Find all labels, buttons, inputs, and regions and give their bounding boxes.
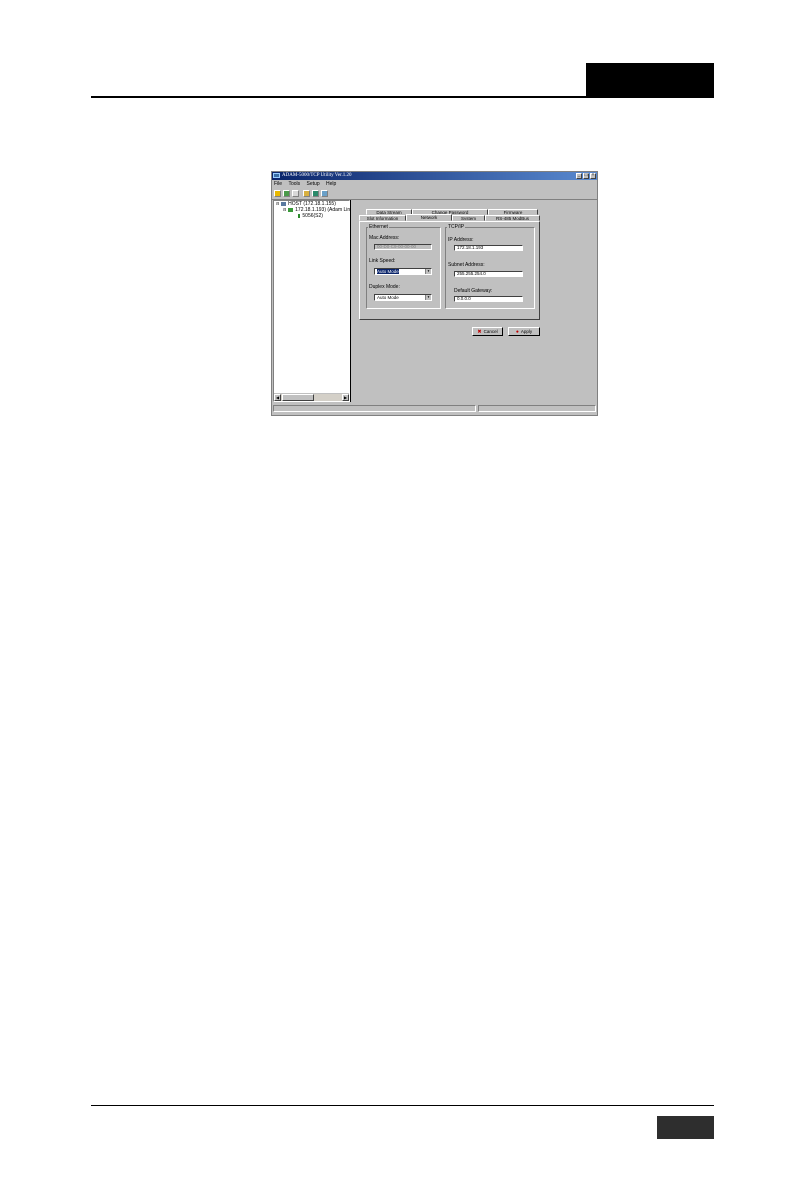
window-title: ADAM-5000/TCP Utility Ver.1.20 bbox=[282, 173, 352, 178]
ethernet-group-label: Ethernet bbox=[368, 224, 389, 230]
status-panel-main bbox=[273, 405, 476, 412]
cancel-label: Cancel bbox=[483, 329, 498, 334]
header-rule bbox=[91, 96, 714, 98]
close-button[interactable]: × bbox=[590, 173, 596, 179]
subnet-address-label: Subnet Address: bbox=[448, 262, 485, 268]
device-tree: ⊟ HOST (172.18.1.155) ⊟ 172.18.1.193) (A… bbox=[273, 200, 350, 402]
settings-pane: Data Stream Change Password Firmware Slo… bbox=[352, 200, 597, 402]
link-speed-select[interactable]: Auto Mode ▼ bbox=[374, 268, 432, 275]
tab-network[interactable]: Network bbox=[406, 214, 452, 221]
cancel-button[interactable]: ✖ Cancel bbox=[472, 327, 503, 336]
menu-tools[interactable]: Tools bbox=[288, 181, 300, 187]
default-gateway-label: Default Gateway: bbox=[454, 288, 493, 294]
open-icon[interactable] bbox=[274, 190, 281, 197]
header-chapter-block bbox=[586, 63, 714, 98]
link-speed-value: Auto Mode bbox=[377, 269, 399, 274]
tree-horizontal-scrollbar[interactable]: ◀ ▶ bbox=[274, 393, 349, 401]
app-icon bbox=[273, 173, 280, 178]
chevron-down-icon[interactable]: ▼ bbox=[425, 295, 431, 300]
scroll-left-icon[interactable]: ◀ bbox=[274, 394, 281, 401]
tree-node-module[interactable]: 5056(S2) bbox=[298, 213, 323, 219]
apply-button[interactable]: ● Apply bbox=[508, 327, 540, 336]
network-tab-panel: Ethernet Mac Address: 00-D0-C9-00-00-00 … bbox=[359, 221, 540, 320]
computer-icon bbox=[280, 201, 286, 206]
menu-setup[interactable]: Setup bbox=[307, 181, 320, 187]
menu-help[interactable]: Help bbox=[326, 181, 336, 187]
scroll-thumb[interactable] bbox=[282, 394, 314, 401]
link-speed-label: Link Speed: bbox=[369, 258, 396, 264]
menu-file[interactable]: File bbox=[274, 181, 282, 187]
status-bar bbox=[272, 404, 597, 413]
title-bar: ADAM-5000/TCP Utility Ver.1.20 _ □ × bbox=[272, 172, 597, 180]
apply-label: Apply bbox=[520, 329, 533, 334]
footer-rule bbox=[91, 1105, 714, 1106]
utility-window: ADAM-5000/TCP Utility Ver.1.20 _ □ × Fil… bbox=[271, 171, 598, 416]
apply-icon: ● bbox=[515, 329, 519, 335]
default-gateway-field[interactable]: 0.0.0.0 bbox=[454, 296, 523, 302]
list-icon[interactable] bbox=[292, 190, 299, 197]
pane-splitter[interactable] bbox=[350, 200, 351, 402]
tree-module-label: 5056(S2) bbox=[302, 213, 323, 219]
device-icon bbox=[287, 207, 293, 212]
chevron-down-icon[interactable]: ▼ bbox=[425, 269, 431, 274]
folder-icon[interactable] bbox=[303, 190, 310, 197]
toolbar bbox=[272, 189, 597, 200]
ip-address-field[interactable]: 172.18.1.193 bbox=[454, 245, 523, 251]
mac-address-label: Mac Address: bbox=[369, 235, 400, 241]
monitor-icon[interactable] bbox=[321, 190, 328, 197]
search-icon[interactable] bbox=[283, 190, 290, 197]
scroll-right-icon[interactable]: ▶ bbox=[342, 394, 349, 401]
duplex-mode-label: Duplex Mode: bbox=[369, 284, 400, 290]
status-panel-secondary bbox=[478, 405, 596, 412]
module-icon bbox=[298, 213, 300, 218]
duplex-mode-value: Auto Mode bbox=[377, 295, 399, 300]
subnet-address-field[interactable]: 255.255.254.0 bbox=[454, 271, 523, 277]
minimize-button[interactable]: _ bbox=[576, 173, 582, 179]
footer-page-block bbox=[657, 1116, 714, 1139]
duplex-mode-select[interactable]: Auto Mode ▼ bbox=[374, 294, 432, 301]
maximize-button[interactable]: □ bbox=[583, 173, 589, 179]
cancel-x-icon: ✖ bbox=[477, 329, 482, 335]
ip-address-label: IP Address: bbox=[448, 237, 474, 243]
mac-address-field: 00-D0-C9-00-00-00 bbox=[374, 244, 432, 250]
tcpip-group-label: TCP/IP bbox=[447, 224, 466, 230]
network-icon[interactable] bbox=[312, 190, 319, 197]
menu-bar: File Tools Setup Help bbox=[272, 181, 597, 188]
